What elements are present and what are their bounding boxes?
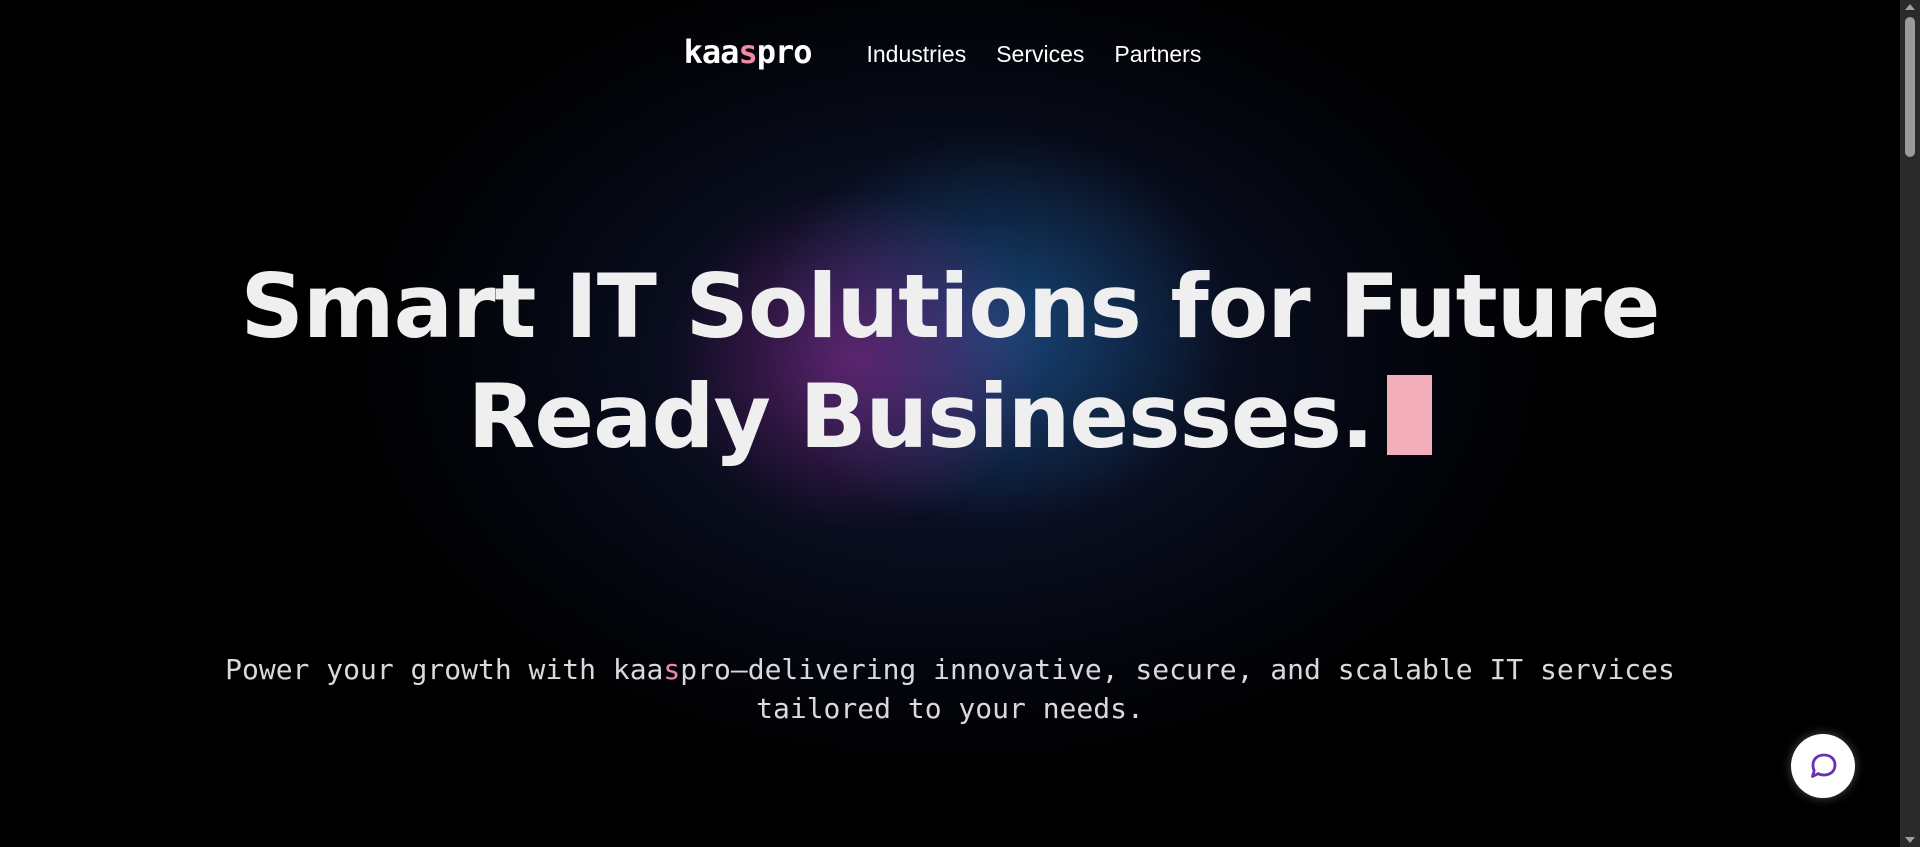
chat-bubble-icon	[1811, 753, 1837, 778]
top-navigation: kaaspro Industries Services Partners	[0, 30, 1900, 78]
logo-text-accent: s	[738, 33, 757, 71]
nav-link-industries[interactable]: Industries	[867, 41, 967, 68]
chat-button[interactable]	[1791, 734, 1855, 798]
logo-text-suffix: pro	[756, 33, 813, 71]
typing-cursor	[1387, 375, 1433, 455]
subtitle-text-start: Power your growth with kaa	[225, 653, 664, 686]
page-viewport: kaaspro Industries Services Partners Sma…	[0, 0, 1900, 847]
hero-headline-line-2: Ready Businesses.	[467, 365, 1375, 468]
scroll-down-arrow-icon[interactable]	[1900, 833, 1920, 847]
nav-link-services[interactable]: Services	[996, 41, 1084, 68]
hero-headline-line-1: Smart IT Solutions for Future	[240, 255, 1661, 358]
logo-text-prefix: kaa	[683, 33, 740, 71]
subtitle-brand-accent: s	[663, 653, 681, 686]
nav-link-partners[interactable]: Partners	[1114, 41, 1201, 68]
hero-subtitle: Power your growth with kaaspro—deliverin…	[0, 650, 1900, 728]
hero-headline: Smart IT Solutions for Future Ready Busi…	[0, 252, 1900, 472]
subtitle-line-2: tailored to your needs.	[756, 692, 1144, 725]
page-scrollbar[interactable]	[1900, 0, 1920, 847]
scroll-up-arrow-icon[interactable]	[1900, 0, 1920, 14]
subtitle-text-end: pro—delivering innovative, secure, and s…	[680, 653, 1675, 686]
kaaspro-logo[interactable]: kaaspro	[683, 33, 813, 71]
scrollbar-thumb[interactable]	[1905, 17, 1915, 157]
